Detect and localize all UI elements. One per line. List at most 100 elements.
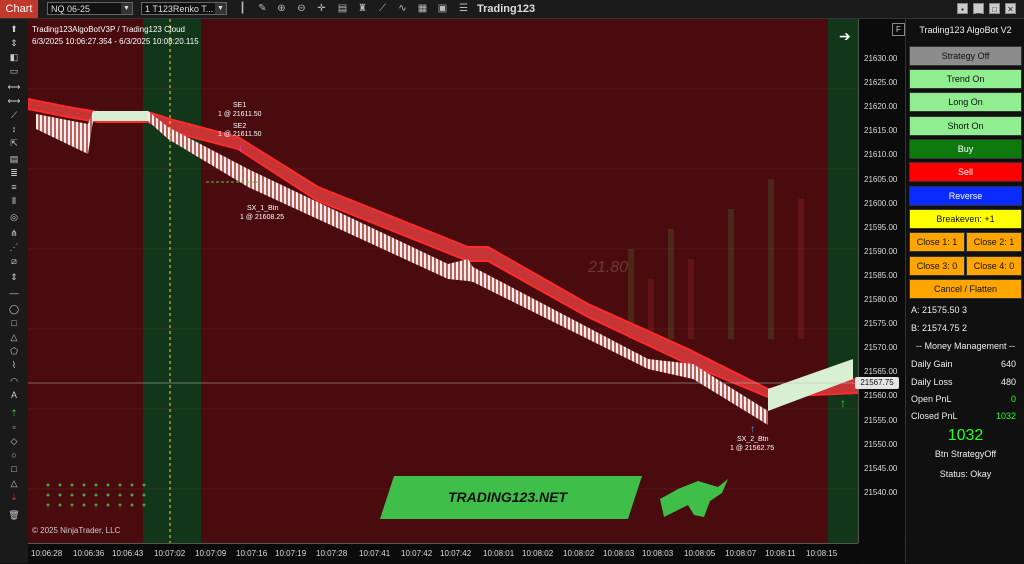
daily-gain-value: 640 <box>1000 359 1016 369</box>
time-tick-label: 10:08:01 <box>483 549 515 558</box>
templates-icon[interactable]: ▣ <box>436 2 449 15</box>
button-status-label: Btn StrategyOff <box>934 449 997 459</box>
trend-on-button[interactable]: Trend On <box>909 69 1022 89</box>
diamond-marker-icon[interactable]: ◇ <box>7 435 21 447</box>
sx2-label: SX_2_Btn <box>737 436 769 443</box>
crosshair-icon[interactable]: ✛ <box>315 2 328 15</box>
price-tick-label: 21570.00 <box>864 343 898 353</box>
price-tick-label: 21610.00 <box>864 150 898 160</box>
long-on-button[interactable]: Long On <box>909 92 1022 112</box>
daily-gain-label: Daily Gain <box>911 359 953 369</box>
sx2-fill: 1 @ 21562.75 <box>730 445 775 452</box>
region-icon[interactable]: ▭ <box>7 65 21 77</box>
buy-arrow-icon: ↑ <box>840 396 846 410</box>
time-tick-label: 10:08:02 <box>522 549 554 558</box>
maximize-icon[interactable]: □ <box>989 3 1000 14</box>
zoom-out-icon[interactable]: ⊖ <box>295 2 308 15</box>
chart-trader-icon[interactable]: ▦ <box>416 2 429 15</box>
arrow-line-icon[interactable]: ⇱ <box>7 137 21 149</box>
circle-marker-icon[interactable]: ○ <box>7 449 21 461</box>
square-marker-icon[interactable]: ▫ <box>7 421 21 433</box>
cancel-flatten-button[interactable]: Cancel / Flatten <box>909 279 1022 299</box>
regression-icon[interactable]: ⧄ <box>7 255 21 267</box>
triangle-up-icon[interactable]: △ <box>7 477 21 489</box>
time-tick-label: 10:07:02 <box>154 549 186 558</box>
minimize-icon[interactable]: _ <box>973 3 984 14</box>
price-tick-label: 21595.00 <box>864 222 898 232</box>
reverse-button[interactable]: Reverse <box>909 186 1022 206</box>
instrument-value: NQ 06-25 <box>51 4 91 14</box>
window-list-icon[interactable]: ▪ <box>957 3 968 14</box>
bar-type-icon[interactable]: ┃ <box>236 2 249 15</box>
trend-line-icon[interactable]: ⟋ <box>7 109 21 121</box>
price-plot[interactable]: ↓ ↑ ↑ ↑ ➔ Trading123AlgoBotV3P / Trading… <box>28 19 858 543</box>
triangle-icon[interactable]: △ <box>7 331 21 343</box>
square-outline-icon[interactable]: □ <box>7 463 21 475</box>
ruler-icon[interactable]: ⇕ <box>7 37 21 49</box>
channel-icon[interactable]: ▤ <box>7 153 21 165</box>
path-icon[interactable]: ⌇ <box>7 359 21 371</box>
watermark-text: 21.80 <box>588 259 629 276</box>
risk-reward-icon[interactable]: ⇕ <box>7 271 21 283</box>
fib-extension-icon[interactable]: ≡ <box>7 181 21 193</box>
session-zone <box>143 19 201 543</box>
gann-fan-icon[interactable]: ⋰ <box>7 241 21 253</box>
text-icon[interactable]: A <box>7 389 21 401</box>
price-tick-label: 21605.00 <box>864 174 898 184</box>
chart-options-icon[interactable]: F <box>892 23 905 36</box>
time-tick-label: 10:07:19 <box>275 549 307 558</box>
drawing-tools-icon[interactable]: ⟋ <box>376 2 389 15</box>
indicators-icon[interactable]: ∿ <box>396 2 409 15</box>
price-tick-label: 21575.00 <box>864 319 898 329</box>
trash-icon[interactable]: 🗑 <box>7 509 21 521</box>
fib-circle-icon[interactable]: ◎ <box>7 211 21 223</box>
arrow-down-icon[interactable]: ⇣ <box>7 491 21 503</box>
price-tick-label: 21585.00 <box>864 270 898 280</box>
time-tick-label: 10:07:41 <box>359 549 391 558</box>
horizontal-line-icon[interactable]: ↕ <box>7 123 21 135</box>
last-price-badge: 21567.75 <box>855 377 899 389</box>
marker-icon[interactable]: ◧ <box>7 51 21 63</box>
polygon-icon[interactable]: ⬠ <box>7 345 21 357</box>
time-tick-label: 10:08:05 <box>684 549 716 558</box>
sell-button[interactable]: Sell <box>909 162 1022 182</box>
close-2-button[interactable]: Close 2: 1 <box>966 232 1022 252</box>
close-4-button[interactable]: Close 4: 0 <box>966 256 1022 276</box>
buy-button[interactable]: Buy <box>909 139 1022 159</box>
arc-icon[interactable]: ◠ <box>7 375 21 387</box>
fibonacci-icon[interactable]: ≣ <box>7 167 21 179</box>
instrument-selector[interactable]: NQ 06-25 ▼ <box>47 2 133 15</box>
time-tick-label: 10:08:03 <box>603 549 635 558</box>
line-icon[interactable]: ⟷ <box>7 81 21 93</box>
strategy-off-button[interactable]: Strategy Off <box>909 46 1022 66</box>
time-axis[interactable]: 10:06:28 10:06:36 10:06:43 10:07:02 10:07:09… <box>28 543 858 564</box>
andrews-pitchfork-icon[interactable]: ⋔ <box>7 227 21 239</box>
price-tick-label: 21580.00 <box>864 295 898 304</box>
open-pnl-label: Open PnL <box>911 394 952 404</box>
close-icon[interactable]: ✕ <box>1005 3 1016 14</box>
panel-title: Trading123 AlgoBot V2 <box>919 25 1012 35</box>
sell-entry-arrow-icon: ↓ <box>238 143 243 154</box>
short-on-button[interactable]: Short On <box>909 116 1022 136</box>
ellipse-icon[interactable]: ◯ <box>7 303 21 315</box>
properties-icon[interactable]: ▤ <box>336 2 349 15</box>
close-3-button[interactable]: Close 3: 0 <box>909 256 965 276</box>
close-1-button[interactable]: Close 1: 1 <box>909 232 965 252</box>
arrow-up-icon[interactable]: ⇡ <box>7 407 21 419</box>
chart-tab[interactable]: Chart <box>0 0 38 18</box>
daily-loss-value: 480 <box>1000 377 1016 387</box>
strategy-icon[interactable]: ♜ <box>356 2 369 15</box>
breakeven-button[interactable]: Breakeven: +1 <box>909 209 1022 229</box>
menu-icon[interactable]: ☰ <box>457 2 470 15</box>
ray-icon[interactable]: ⟷ <box>7 95 21 107</box>
price-axis[interactable]: F 21567.75 21630.00 21625.00 21620.00 21615… <box>855 19 905 543</box>
fib-timezone-icon[interactable]: ⦀ <box>7 195 21 207</box>
rectangle-icon[interactable]: □ <box>7 317 21 329</box>
bull-logo <box>660 479 728 517</box>
cursor-icon[interactable]: ⬆ <box>7 23 21 35</box>
money-management-heading: -- Money Management -- <box>915 341 1016 351</box>
zoom-in-icon[interactable]: ⊕ <box>275 2 288 15</box>
pencil-icon[interactable]: ✎ <box>256 2 269 15</box>
bartype-selector[interactable]: 1 T123Renko T... ▼ <box>141 2 227 15</box>
time-tick-label: 10:07:42 <box>440 549 472 558</box>
